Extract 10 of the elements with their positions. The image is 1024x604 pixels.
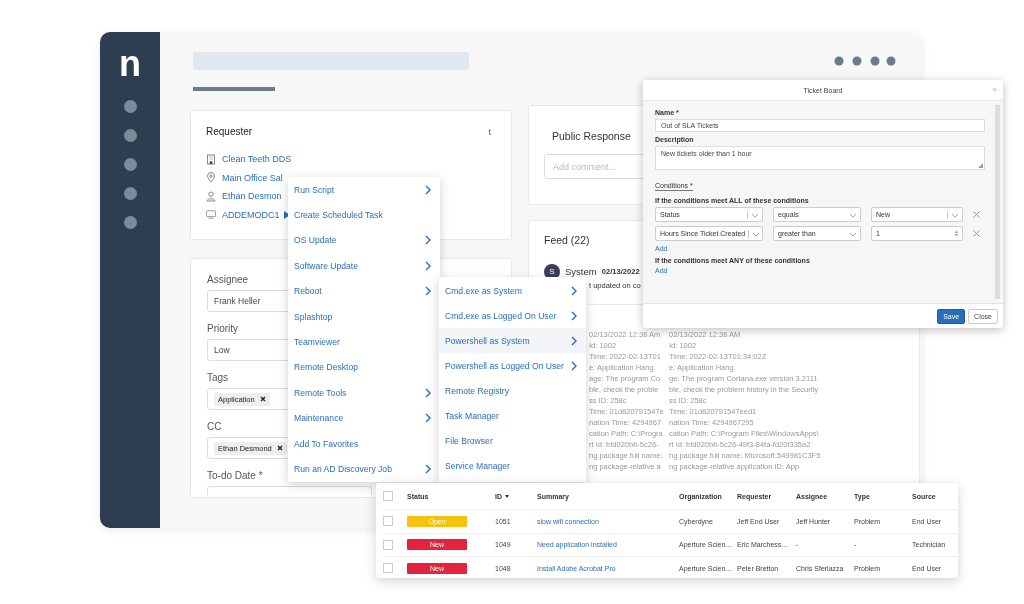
card-title: Requester [206,126,253,137]
card-title: Feed (22) [544,234,590,246]
field-label: Tags [207,372,230,384]
field-label: To-do Date * [207,470,264,482]
field-label: Assignee [207,274,250,286]
field-label: CC [207,421,223,433]
card-title: Public Response [552,130,631,142]
author-name: System [565,266,597,277]
corner-text: t [488,126,491,137]
field-label: Priority [207,323,240,335]
